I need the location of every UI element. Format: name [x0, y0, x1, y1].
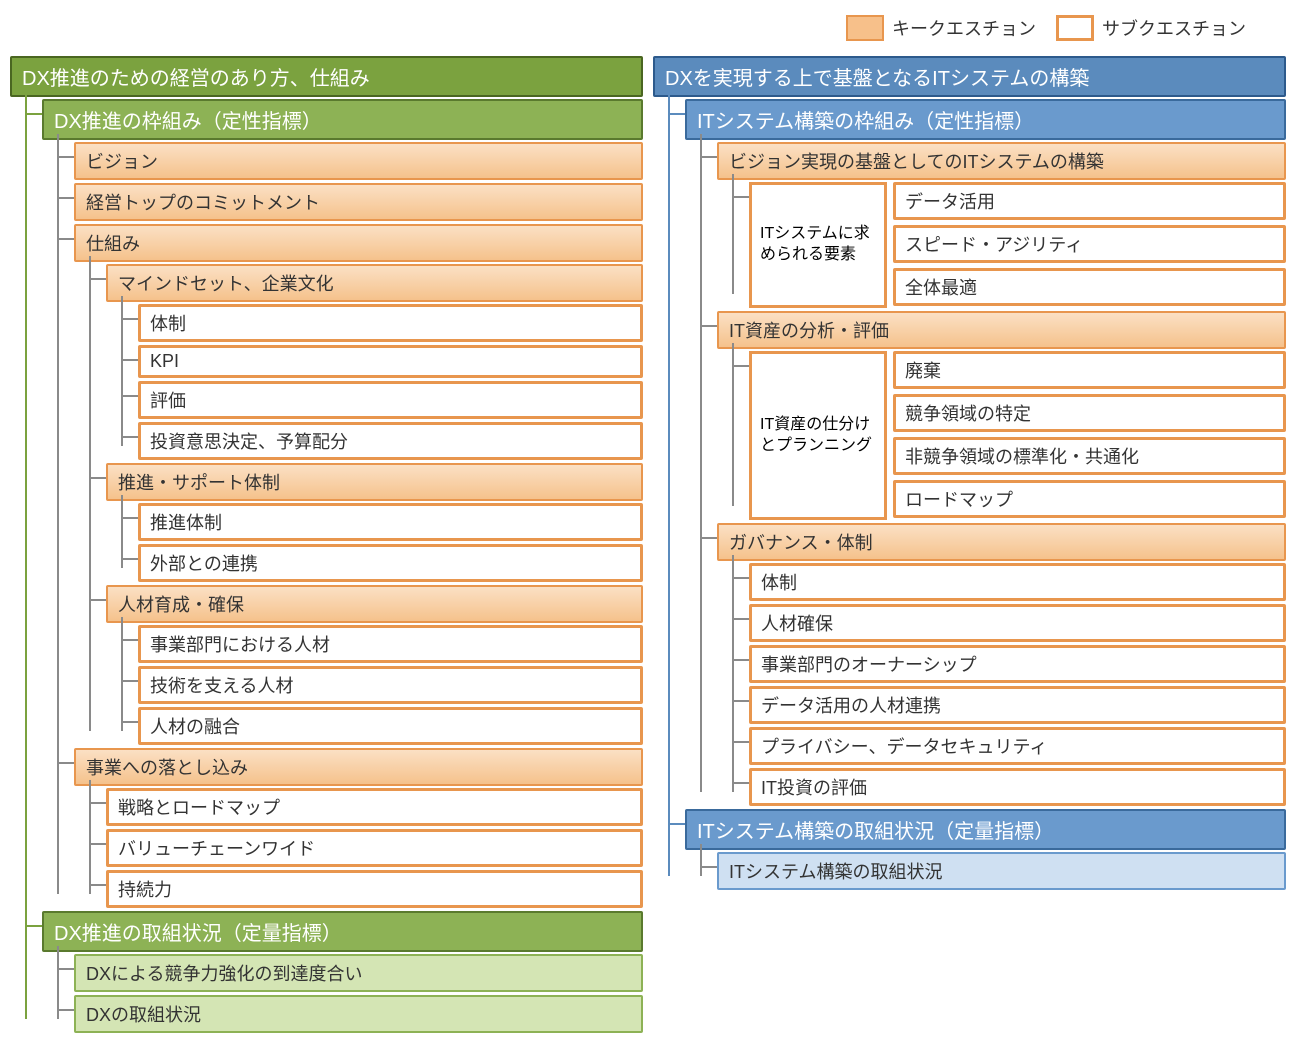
left-column: DX推進のための経営のあり方、仕組み DX推進の枠組み（定性指標） ビジョン 経… [10, 56, 643, 1036]
shikumi: 仕組み [74, 224, 643, 262]
jigyou-ownership: 事業部門のオーナーシップ [749, 645, 1286, 683]
legend-key-label: キークエスチョン [892, 15, 1036, 41]
kyousou-tokutei: 競争領域の特定 [893, 394, 1286, 432]
haiki: 廃棄 [893, 351, 1286, 389]
kyousouryoku: DXによる競争力強化の到達度合い [74, 954, 643, 992]
left-s1-title: DX推進の枠組み（定性指標） [42, 99, 643, 140]
right-s2-title: ITシステム構築の取組状況（定量指標） [685, 809, 1286, 850]
left-s2-title: DX推進の取組状況（定量指標） [42, 911, 643, 952]
toushi: 投資意思決定、予算配分 [138, 422, 643, 460]
vision-it: ビジョン実現の基盤としてのITシステムの構築 [717, 142, 1286, 180]
it-youso-box: ITシステムに求められる要素 [749, 182, 887, 308]
it-torikumi: ITシステム構築の取組状況 [717, 852, 1286, 890]
kpi: KPI [138, 345, 643, 378]
swatch-key-icon [846, 15, 884, 41]
jigyou-jinzai: 事業部門における人材 [138, 625, 643, 663]
data-jinzai-renkei: データ活用の人材連携 [749, 686, 1286, 724]
it-shiwake-label: IT資産の仕分けとプランニング [760, 415, 876, 457]
legend-sub: サブクエスチョン [1056, 15, 1246, 41]
senryaku-roadmap: 戦略とロードマップ [106, 788, 643, 826]
it-toushi-hyouka: IT投資の評価 [749, 768, 1286, 806]
left-title: DX推進のための経営のあり方、仕組み [10, 56, 643, 97]
legend: キークエスチョン サブクエスチョン [10, 10, 1286, 56]
hikyousou-hyoujun: 非競争領域の標準化・共通化 [893, 437, 1286, 475]
legend-sub-label: サブクエスチョン [1102, 15, 1246, 41]
value-chain: バリューチェーンワイド [106, 829, 643, 867]
jizokuryoku: 持続力 [106, 870, 643, 908]
jigyou-otoshikomi: 事業への落とし込み [74, 748, 643, 786]
dx-torikumi: DXの取組状況 [74, 995, 643, 1033]
vision: ビジョン [74, 142, 643, 180]
governance: ガバナンス・体制 [717, 523, 1286, 561]
privacy-security: プライバシー、データセキュリティ [749, 727, 1286, 765]
jinzai: 人材育成・確保 [106, 585, 643, 623]
gov-taisei: 体制 [749, 563, 1286, 601]
gaibu-renkei: 外部との連携 [138, 544, 643, 582]
right-column: DXを実現する上で基盤となるITシステムの構築 ITシステム構築の枠組み（定性指… [653, 56, 1286, 1036]
speed-agility: スピード・アジリティ [893, 225, 1286, 263]
gijutsu-jinzai: 技術を支える人材 [138, 666, 643, 704]
taisei: 体制 [138, 304, 643, 342]
jinzai-kakuho: 人材確保 [749, 604, 1286, 642]
data-katsuyou: データ活用 [893, 182, 1286, 220]
suishin-support: 推進・サポート体制 [106, 463, 643, 501]
jinzai-yuugou: 人材の融合 [138, 707, 643, 745]
swatch-sub-icon [1056, 15, 1094, 41]
legend-key: キークエスチョン [846, 15, 1036, 41]
zentai-saiteki: 全体最適 [893, 268, 1286, 306]
right-title: DXを実現する上で基盤となるITシステムの構築 [653, 56, 1286, 97]
roadmap: ロードマップ [893, 480, 1286, 518]
suishin-taisei: 推進体制 [138, 503, 643, 541]
hyouka: 評価 [138, 381, 643, 419]
top-commitment: 経営トップのコミットメント [74, 183, 643, 221]
right-s1-title: ITシステム構築の枠組み（定性指標） [685, 99, 1286, 140]
mindset: マインドセット、企業文化 [106, 264, 643, 302]
it-youso-label: ITシステムに求められる要素 [760, 224, 876, 266]
it-shisan-bunseki: IT資産の分析・評価 [717, 311, 1286, 349]
it-shiwake-box: IT資産の仕分けとプランニング [749, 351, 887, 520]
